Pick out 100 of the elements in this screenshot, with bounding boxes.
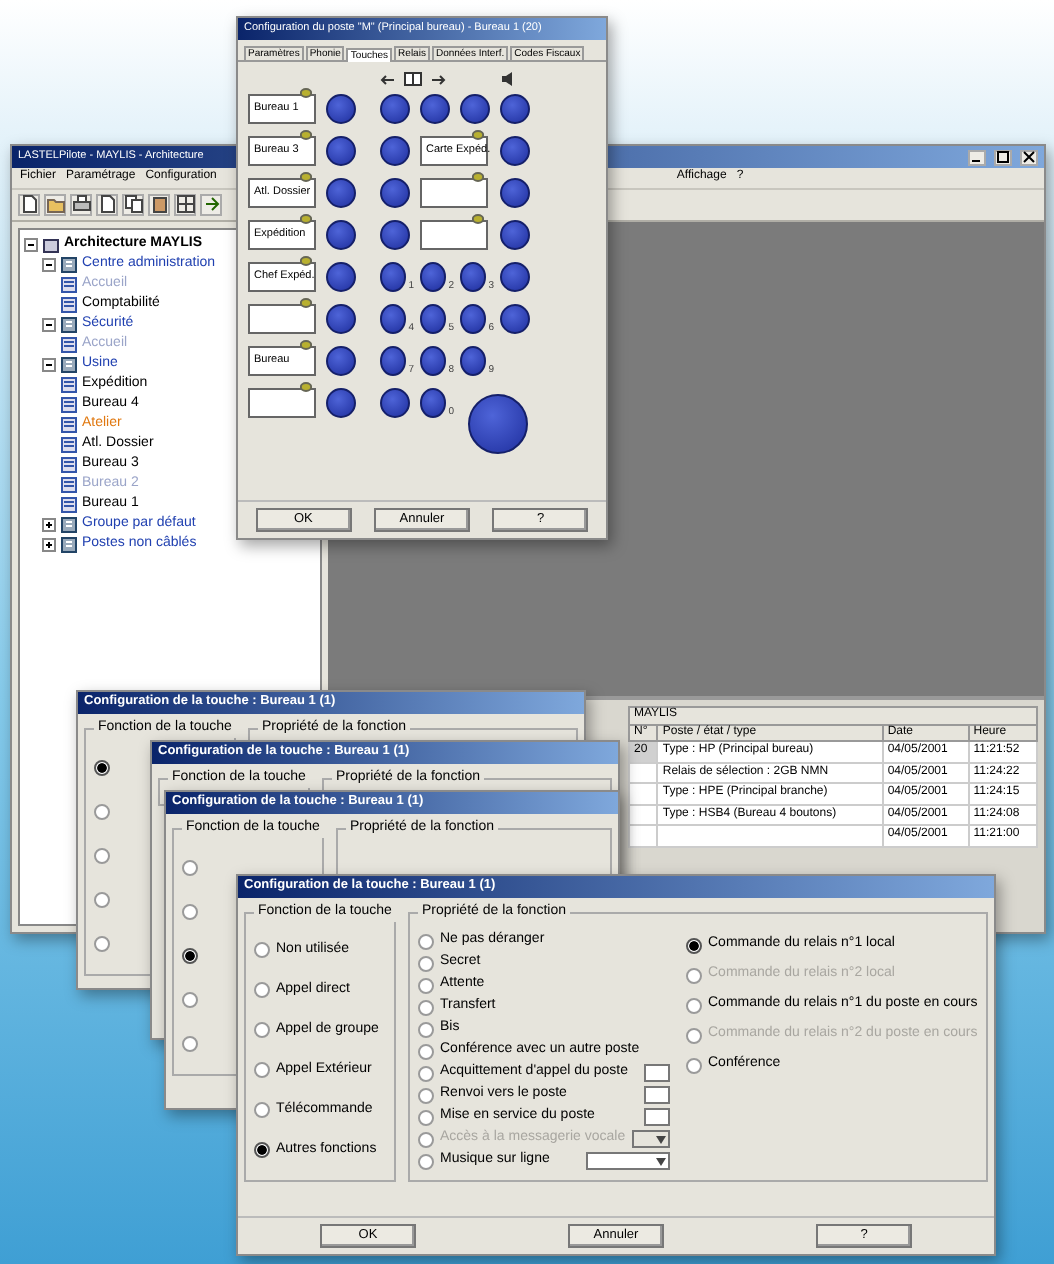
key-button[interactable] xyxy=(420,94,450,125)
paste-icon xyxy=(149,194,169,214)
radio-button[interactable] xyxy=(254,1062,270,1078)
radio-button[interactable] xyxy=(182,904,198,920)
radio-button[interactable] xyxy=(182,992,198,1008)
toolbar-button[interactable] xyxy=(70,193,92,215)
key-button[interactable] xyxy=(380,262,407,293)
toolbar-button[interactable] xyxy=(44,193,66,215)
caret-icon xyxy=(656,1136,666,1144)
radio-button[interactable] xyxy=(254,1102,270,1118)
radio-button[interactable] xyxy=(418,977,434,993)
toolbar-button[interactable] xyxy=(96,193,118,215)
radio-button[interactable] xyxy=(418,1065,434,1081)
book-icon xyxy=(404,72,422,87)
radio-button[interactable] xyxy=(686,937,702,953)
radio-button[interactable] xyxy=(254,982,270,998)
phone-station-icon xyxy=(60,336,78,354)
folder-icon xyxy=(60,516,78,534)
radio-button[interactable] xyxy=(418,999,434,1015)
key-button[interactable] xyxy=(500,304,530,335)
window-button[interactable] xyxy=(968,149,986,165)
radio-button[interactable] xyxy=(686,1057,702,1073)
radio-button[interactable] xyxy=(418,1087,434,1103)
key-button[interactable] xyxy=(380,346,407,377)
radio-button[interactable] xyxy=(418,1109,434,1125)
window-button[interactable] xyxy=(1020,149,1038,165)
collapse-icon[interactable] xyxy=(42,358,56,372)
caret-icon xyxy=(656,1158,666,1166)
expand-icon[interactable] xyxy=(42,518,56,532)
key-button[interactable] xyxy=(500,136,530,167)
key-button[interactable] xyxy=(460,262,487,293)
key-button[interactable] xyxy=(326,220,356,251)
input-field[interactable] xyxy=(644,1086,670,1104)
radio-button[interactable] xyxy=(94,760,110,776)
key-button[interactable] xyxy=(420,304,447,335)
phone-station-icon xyxy=(60,416,78,434)
radio-button[interactable] xyxy=(94,804,110,820)
close-icon xyxy=(1022,150,1036,164)
toolbar-button[interactable] xyxy=(18,193,40,215)
key-button[interactable] xyxy=(380,94,410,125)
key-button[interactable] xyxy=(326,304,356,335)
radio-button[interactable] xyxy=(418,933,434,949)
key-button[interactable] xyxy=(326,94,356,125)
collapse-icon[interactable] xyxy=(42,318,56,332)
key-button[interactable] xyxy=(460,94,490,125)
radio-button[interactable] xyxy=(418,1153,434,1169)
phone-station-icon xyxy=(60,296,78,314)
collapse-icon[interactable] xyxy=(42,258,56,272)
input-field[interactable] xyxy=(644,1108,670,1126)
toolbar-button[interactable] xyxy=(148,193,170,215)
left-arrow-icon xyxy=(380,73,396,86)
folder-icon xyxy=(60,316,78,334)
toolbar-button[interactable] xyxy=(122,193,144,215)
key-button[interactable] xyxy=(460,346,487,377)
radio-button[interactable] xyxy=(182,948,198,964)
key-button[interactable] xyxy=(500,178,530,209)
key-button[interactable] xyxy=(326,388,356,419)
radio-button[interactable] xyxy=(94,892,110,908)
key-button[interactable] xyxy=(500,262,530,293)
key-button[interactable] xyxy=(500,94,530,125)
phone-station-icon xyxy=(60,376,78,394)
right-arrow-icon xyxy=(430,73,446,86)
key-button[interactable] xyxy=(420,262,447,293)
key-button[interactable] xyxy=(380,304,407,335)
window-button[interactable] xyxy=(994,149,1012,165)
input-field[interactable] xyxy=(644,1064,670,1082)
radio-button[interactable] xyxy=(254,942,270,958)
collapse-icon[interactable] xyxy=(24,238,38,252)
phone-station-icon xyxy=(60,496,78,514)
radio-button[interactable] xyxy=(418,955,434,971)
radio-button[interactable] xyxy=(254,1142,270,1158)
key-button[interactable] xyxy=(380,220,410,251)
key-button[interactable] xyxy=(460,304,487,335)
radio-button[interactable] xyxy=(254,1022,270,1038)
key-button[interactable] xyxy=(326,136,356,167)
radio-button[interactable] xyxy=(418,1021,434,1037)
key-button[interactable] xyxy=(326,346,356,377)
toolbar-button[interactable] xyxy=(200,193,222,215)
radio-button[interactable] xyxy=(94,936,110,952)
radio-button[interactable] xyxy=(94,848,110,864)
expand-icon[interactable] xyxy=(42,538,56,552)
dropdown-field[interactable] xyxy=(586,1152,670,1170)
folder-icon xyxy=(60,536,78,554)
radio-button[interactable] xyxy=(182,860,198,876)
radio-button[interactable] xyxy=(182,1036,198,1052)
toolbar-button[interactable] xyxy=(174,193,196,215)
document-icon xyxy=(19,194,39,214)
key-button[interactable] xyxy=(467,394,527,455)
radio-button[interactable] xyxy=(418,1043,434,1059)
key-button[interactable] xyxy=(380,136,410,167)
radio-button[interactable] xyxy=(686,997,702,1013)
key-button[interactable] xyxy=(420,346,447,377)
key-button[interactable] xyxy=(380,388,410,419)
key-button[interactable] xyxy=(420,388,447,419)
folder-icon xyxy=(60,356,78,374)
key-button[interactable] xyxy=(326,178,356,209)
key-button[interactable] xyxy=(326,262,356,293)
key-button[interactable] xyxy=(500,220,530,251)
key-button[interactable] xyxy=(380,178,410,209)
grid-icon xyxy=(175,194,195,214)
